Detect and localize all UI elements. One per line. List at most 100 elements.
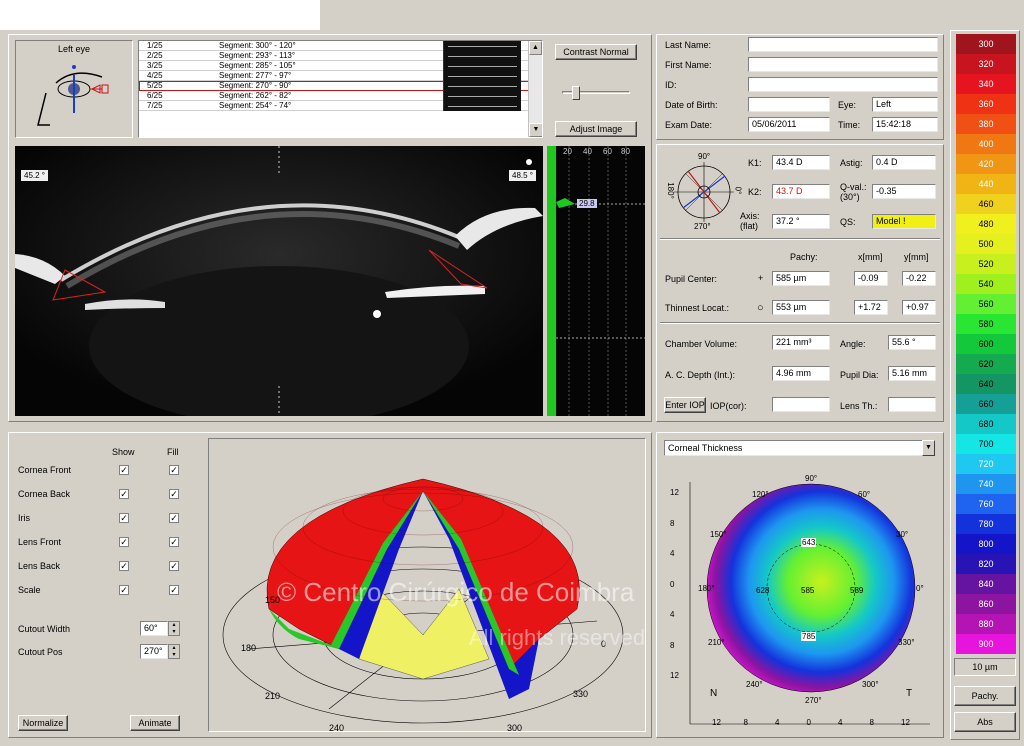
segment-row[interactable]: 6/25 Segment: 262° - 82° [139, 91, 542, 101]
layer-show-checkbox[interactable]: ✓ [119, 513, 129, 523]
acd-label: A. C. Depth (Int.): [665, 370, 736, 380]
layer-show-checkbox[interactable]: ✓ [119, 561, 129, 571]
3d-scale-label: 300 [507, 723, 523, 732]
thinnest-y-field[interactable]: +0.97 [902, 300, 936, 315]
segment-row[interactable]: 2/25 Segment: 293° - 113° [139, 51, 542, 61]
layer-fill-checkbox[interactable]: ✓ [169, 537, 179, 547]
segment-number: 7/25 [147, 101, 163, 110]
segment-row[interactable]: 7/25 Segment: 254° - 74° [139, 101, 542, 111]
contrast-slider[interactable] [562, 86, 630, 100]
segment-thumbnail [443, 41, 521, 51]
segment-number: 1/25 [147, 41, 163, 50]
segment-list-scrollbar[interactable]: ▲ ▼ [528, 41, 542, 137]
show-header: Show [112, 447, 135, 457]
deg-180: 180° [698, 584, 715, 593]
segment-row[interactable]: 4/25 Segment: 277° - 97° [139, 71, 542, 81]
slider-thumb[interactable] [572, 86, 580, 100]
map-x-tick: 12 [901, 718, 910, 727]
layer-fill-checkbox[interactable]: ✓ [169, 489, 179, 499]
layer-label: Iris [18, 513, 30, 523]
map-y-tick: 4 [670, 549, 675, 558]
color-scale-step: 700 [956, 434, 1016, 454]
dropdown-arrow-icon[interactable]: ▼ [922, 440, 935, 456]
segment-row[interactable]: 1/25 Segment: 300° - 120° [139, 41, 542, 51]
chamber-volume-field[interactable]: 221 mm³ [772, 335, 830, 350]
pupil-y-field[interactable]: -0.22 [902, 271, 936, 286]
segment-row[interactable]: 5/25 Segment: 270° - 90° [139, 81, 542, 91]
first-name-field[interactable] [748, 57, 938, 72]
contrast-normal-button[interactable]: Contrast Normal [555, 44, 637, 60]
compass-south: 270° [694, 222, 711, 231]
pupil-center-icon: + [758, 273, 764, 283]
astig-field[interactable]: 0.4 D [872, 155, 936, 170]
3d-view[interactable]: 150 180 210 240 300 330 0 © Centro Cirúr… [208, 438, 646, 732]
pupil-dia-field[interactable]: 5.16 mm [888, 366, 936, 381]
layer-fill-checkbox[interactable]: ✓ [169, 513, 179, 523]
cutout-width-field[interactable]: 60° [140, 621, 168, 636]
segment-thumbnail [443, 51, 521, 61]
thickness-map: 12 8 4 0 4 8 12 12 8 4 0 4 8 12 643 585 628 589 785 N… [660, 462, 940, 738]
segment-row[interactable]: 3/25 Segment: 285° - 105° [139, 61, 542, 71]
lens-thickness-field[interactable] [888, 397, 936, 412]
last-name-field[interactable] [748, 37, 938, 52]
color-scale-step: 620 [956, 354, 1016, 374]
exam-date-field[interactable]: 05/06/2011 [748, 117, 830, 132]
cutout-pos-label: Cutout Pos [18, 647, 63, 657]
color-scale-step: 640 [956, 374, 1016, 394]
thinnest-pachy-field[interactable]: 553 µm [772, 300, 830, 315]
segment-range: Segment: 270° - 90° [219, 81, 292, 90]
thinnest-x-field[interactable]: +1.72 [854, 300, 888, 315]
layer-label: Cornea Front [18, 465, 72, 475]
enter-iop-button[interactable]: Enter IOP [664, 397, 706, 413]
map-x-tick: 8 [869, 718, 874, 727]
map-x-tick: 8 [743, 718, 748, 727]
segment-thumbnail [443, 61, 521, 71]
segment-range: Segment: 285° - 105° [219, 61, 296, 70]
3d-scale-label: 240 [329, 723, 345, 732]
abs-scale-button[interactable]: Abs [954, 712, 1016, 732]
cutout-width-label: Cutout Width [18, 624, 71, 634]
layer-show-checkbox[interactable]: ✓ [119, 537, 129, 547]
segment-number: 2/25 [147, 51, 163, 60]
cutout-width-spinner[interactable]: ▴ ▾ [168, 621, 180, 636]
angle-field[interactable]: 55.6 ° [888, 335, 936, 350]
pupil-pachy-field[interactable]: 585 µm [772, 271, 830, 286]
layer-fill-checkbox[interactable]: ✓ [169, 561, 179, 571]
layer-show-checkbox[interactable]: ✓ [119, 465, 129, 475]
layer-fill-checkbox[interactable]: ✓ [169, 585, 179, 595]
eye-field[interactable]: Left [872, 97, 938, 112]
segment-number: 6/25 [147, 91, 163, 100]
qval-field[interactable]: -0.35 [872, 184, 936, 199]
pupil-x-field[interactable]: -0.09 [854, 271, 888, 286]
color-scale-step: 680 [956, 414, 1016, 434]
k1-field[interactable]: 43.4 D [772, 155, 830, 170]
segment-list[interactable]: 1/25 Segment: 300° - 120° 2/25 Segment: 293… [138, 40, 543, 138]
id-field[interactable] [748, 77, 938, 92]
k2-field[interactable]: 43.7 D [772, 184, 830, 199]
layer-label: Lens Back [18, 561, 61, 571]
layer-fill-checkbox[interactable]: ✓ [169, 465, 179, 475]
densitometry-tick: 60 [603, 147, 612, 156]
adjust-image-button[interactable]: Adjust Image [555, 121, 637, 137]
densitometry-tick: 80 [621, 147, 630, 156]
qs-field[interactable]: Model ! [872, 214, 936, 229]
eye-field-label: Eye: [838, 100, 857, 110]
axis-field[interactable]: 37.2 ° [772, 214, 830, 229]
chamber-volume-label: Chamber Volume: [665, 339, 738, 349]
fill-header: Fill [167, 447, 179, 457]
time-field[interactable]: 15:42:18 [872, 117, 938, 132]
pachy-scale-button[interactable]: Pachy. [954, 686, 1016, 706]
cutout-pos-field[interactable]: 270° [140, 644, 168, 659]
layer-show-checkbox[interactable]: ✓ [119, 489, 129, 499]
iop-cor-field[interactable] [772, 397, 830, 412]
first-name-label: First Name: [665, 60, 712, 70]
k2-label: K2: [748, 187, 762, 197]
acd-field[interactable]: 4.96 mm [772, 366, 830, 381]
map-type-dropdown[interactable]: Corneal Thickness [664, 440, 924, 456]
normalize-button[interactable]: Normalize [18, 715, 68, 731]
map-y-tick: 0 [670, 579, 675, 589]
animate-button[interactable]: Animate [130, 715, 180, 731]
dob-field[interactable] [748, 97, 830, 112]
layer-show-checkbox[interactable]: ✓ [119, 585, 129, 595]
cutout-pos-spinner[interactable]: ▴ ▾ [168, 644, 180, 659]
